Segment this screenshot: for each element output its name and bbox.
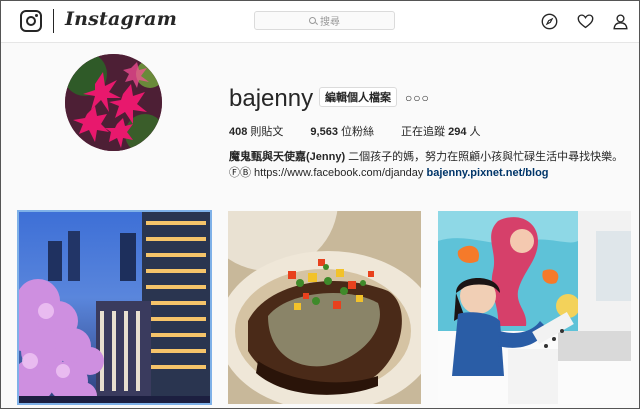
instagram-window: Instagram 搜尋 bajenny 編輯個人檔案 ○○○ 408 則貼文 …: [0, 0, 640, 409]
followers-label: 位粉絲: [337, 126, 375, 138]
search-icon: [309, 17, 316, 24]
heart-icon[interactable]: [577, 13, 594, 30]
bio-description: 二個孩子的媽，努力在照顧小孩與忙碌生活中尋找快樂。: [345, 151, 624, 163]
instagram-wordmark[interactable]: Instagram: [65, 8, 177, 30]
search-input[interactable]: 搜尋: [254, 11, 395, 30]
post-thumbnail-child-mermaid-room[interactable]: [438, 211, 631, 404]
instagram-camera-icon[interactable]: [20, 10, 42, 32]
post-thumbnail-cherry-blossom[interactable]: [17, 210, 212, 405]
explore-compass-icon[interactable]: [541, 13, 558, 30]
search-placeholder: 搜尋: [320, 17, 340, 28]
followers-stat[interactable]: 9,563 位粉絲: [310, 123, 374, 139]
bio-facebook-text: ⒻⒷ https://www.facebook.com/djanday: [229, 167, 427, 179]
following-label: 人: [466, 126, 481, 138]
profile-bio: 魔鬼甄與天使嘉(Jenny) 二個孩子的媽，努力在照顧小孩與忙碌生活中尋找快樂。…: [229, 149, 623, 181]
profile-stats: 408 則貼文 9,563 位粉絲 正在追蹤 294 人: [229, 123, 508, 139]
profile-person-icon[interactable]: [612, 13, 629, 30]
profile-username: bajenny: [229, 85, 314, 112]
bio-full-name: 魔鬼甄與天使嘉(Jenny): [229, 151, 346, 163]
logo-divider: [53, 9, 54, 33]
posts-grid: [17, 210, 632, 408]
following-stat[interactable]: 正在追蹤 294 人: [401, 123, 480, 139]
bio-line-2: ⒻⒷ https://www.facebook.com/djanday baje…: [229, 165, 623, 181]
top-navigation-bar: Instagram 搜尋: [1, 1, 639, 43]
followers-count: 9,563: [310, 126, 338, 138]
edit-profile-button[interactable]: 編輯個人檔案: [319, 87, 397, 107]
bio-line-1: 魔鬼甄與天使嘉(Jenny) 二個孩子的媽，努力在照顧小孩與忙碌生活中尋找快樂。: [229, 149, 623, 165]
posts-stat: 408 則貼文: [229, 123, 283, 139]
more-options-icon[interactable]: ○○○: [405, 91, 430, 105]
posts-label: 則貼文: [247, 126, 284, 138]
profile-avatar[interactable]: [65, 54, 162, 151]
post-thumbnail-steak-dish[interactable]: [228, 211, 421, 404]
bio-website-link[interactable]: bajenny.pixnet.net/blog: [426, 167, 548, 179]
following-prefix: 正在追蹤: [401, 126, 449, 138]
posts-count: 408: [229, 126, 248, 138]
following-count: 294: [448, 126, 467, 138]
